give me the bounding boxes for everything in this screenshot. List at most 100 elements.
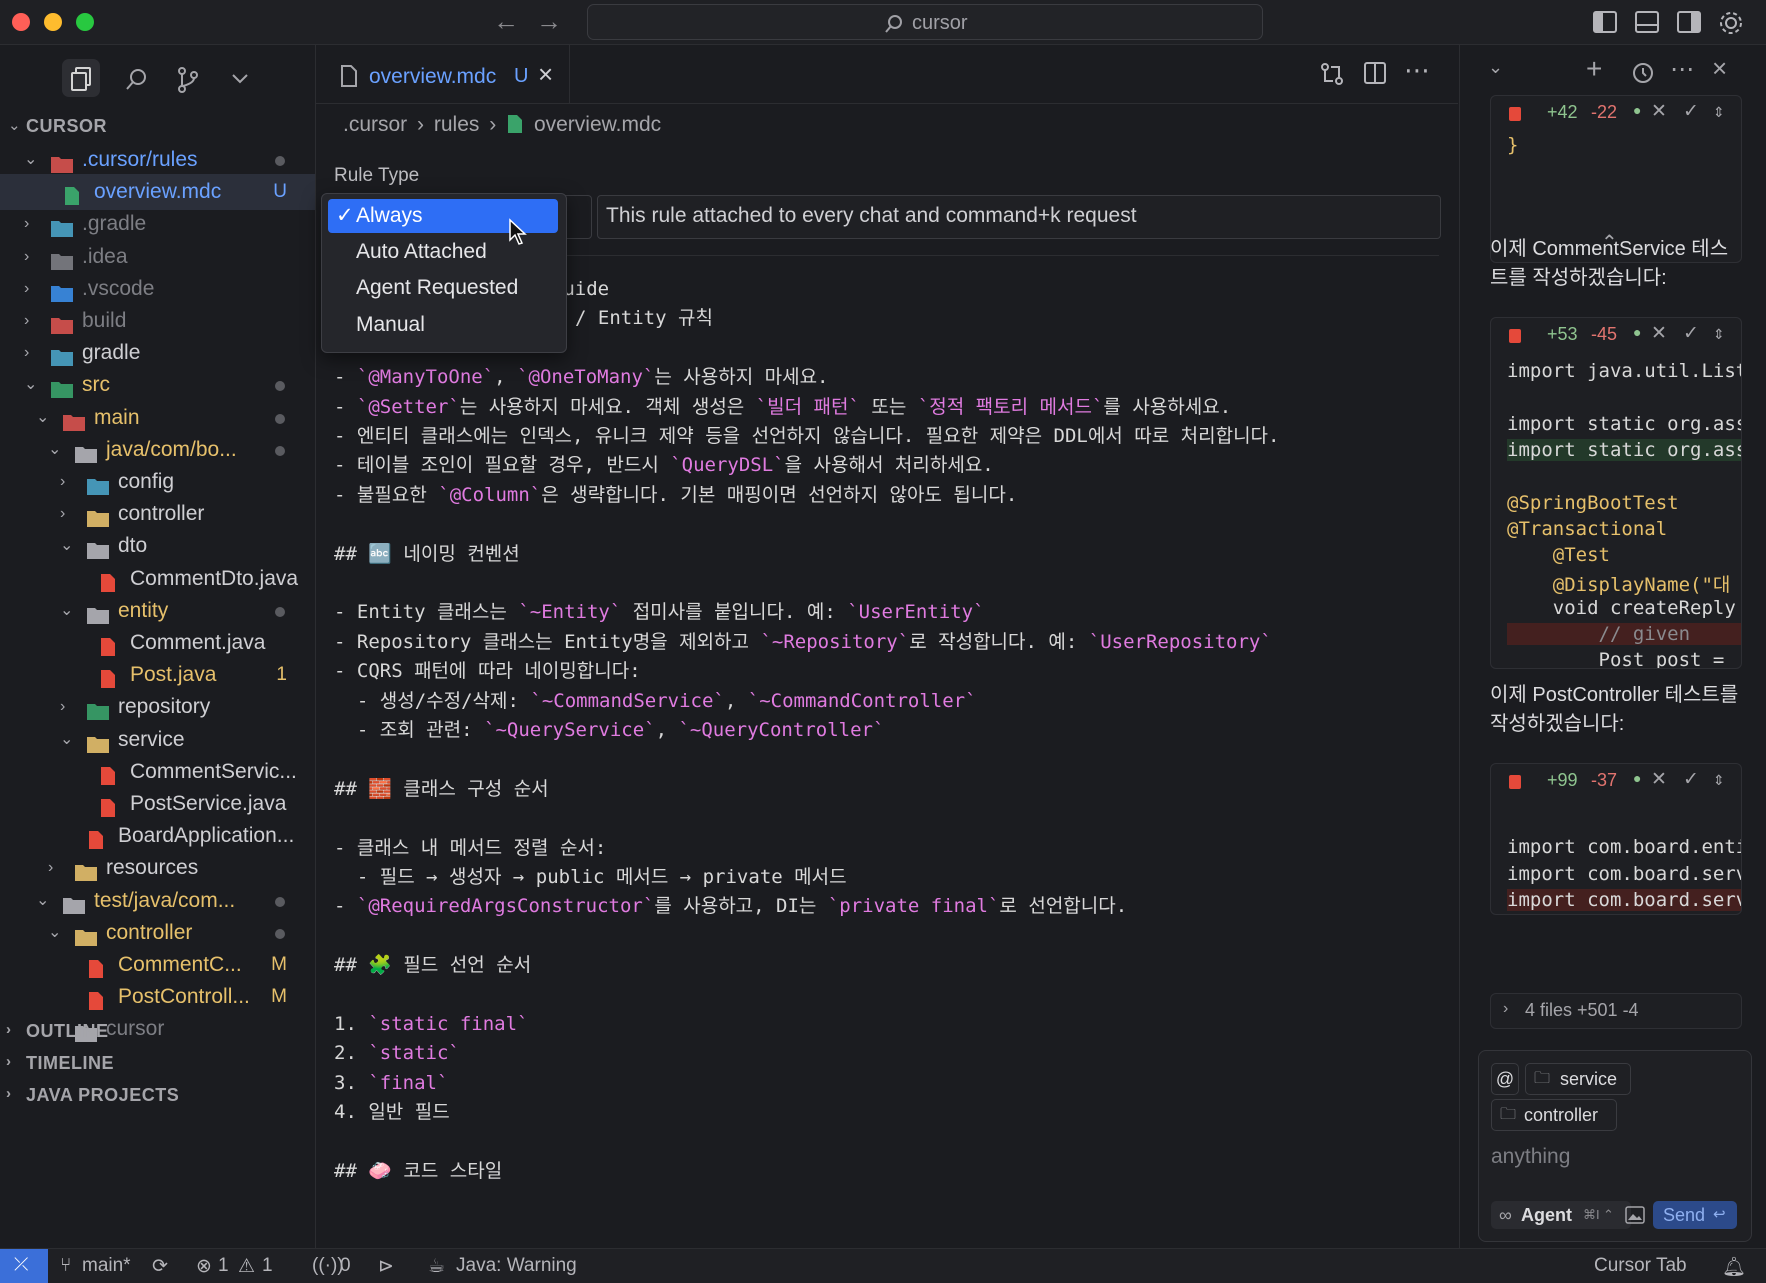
java-status[interactable]: Java: Warning: [456, 1255, 577, 1277]
explorer-tab[interactable]: [62, 59, 100, 97]
tree-item[interactable]: overview.mdc U: [0, 174, 315, 211]
accept-icon[interactable]: ✓: [1683, 768, 1699, 791]
tree-item[interactable]: ⌄ entity: [0, 593, 315, 629]
back-arrow-icon[interactable]: ←: [493, 6, 519, 37]
workspace-title[interactable]: CURSOR: [26, 116, 107, 137]
reject-icon[interactable]: ✕: [1651, 322, 1667, 345]
debug-icon[interactable]: ⊳: [378, 1255, 394, 1278]
chevron-right-icon[interactable]: ›: [60, 689, 65, 725]
chevron-down-icon[interactable]: ⌄: [60, 528, 73, 564]
git-branch[interactable]: main*: [82, 1255, 131, 1277]
chevron-right-icon[interactable]: ›: [24, 335, 29, 371]
chevron-right-icon[interactable]: ›: [60, 496, 65, 532]
rule-type-option[interactable]: Agent Requested: [328, 271, 558, 305]
tree-item[interactable]: ⌄ main: [0, 400, 315, 436]
chevron-right-icon[interactable]: ›: [24, 303, 29, 339]
context-chip-service[interactable]: 🗀 service: [1525, 1063, 1631, 1095]
breadcrumb-rules[interactable]: rules: [434, 113, 480, 136]
close-icon[interactable]: ×: [1712, 53, 1727, 84]
more-views-tab[interactable]: [221, 59, 259, 97]
tree-item[interactable]: › config: [0, 464, 315, 500]
warning-count[interactable]: 1: [262, 1255, 273, 1277]
rule-description-input[interactable]: This rule attached to every chat and com…: [597, 195, 1441, 239]
chevron-right-icon[interactable]: ›: [24, 206, 29, 242]
chat-input[interactable]: anything: [1491, 1145, 1570, 1169]
files-summary-bar[interactable]: › 4 files +501 -4: [1490, 993, 1742, 1029]
tree-item[interactable]: › controller: [0, 496, 315, 532]
chevron-down-icon[interactable]: ⌄: [1488, 57, 1503, 78]
command-center-search[interactable]: cursor: [587, 4, 1263, 40]
tree-item[interactable]: › .gradle: [0, 206, 315, 242]
tree-item[interactable]: › .idea: [0, 239, 315, 275]
chevron-down-icon[interactable]: ⌄: [24, 142, 37, 178]
tree-item[interactable]: CommentDto.java: [0, 561, 315, 597]
expand-icon[interactable]: ⇕: [1713, 772, 1725, 789]
chevron-down-icon[interactable]: ⌄: [36, 400, 49, 436]
tree-item[interactable]: CommentServic...: [0, 754, 315, 790]
toggle-secondary-sidebar-icon[interactable]: [1676, 10, 1702, 34]
more-actions-icon[interactable]: ⋯: [1404, 55, 1430, 86]
chevron-right-icon[interactable]: ›: [60, 464, 65, 500]
tree-item[interactable]: ⌄ java/com/bo...: [0, 432, 315, 468]
expand-icon[interactable]: ⇕: [1713, 104, 1725, 121]
more-actions-icon[interactable]: ⋯: [1670, 55, 1694, 84]
reject-icon[interactable]: ✕: [1651, 100, 1667, 123]
chevron-down-icon[interactable]: ⌄: [8, 116, 21, 134]
tree-item[interactable]: › resources: [0, 850, 315, 886]
context-chip-controller[interactable]: 🗀 controller: [1491, 1099, 1617, 1131]
chevron-down-icon[interactable]: ⌄: [60, 593, 73, 629]
ports-count[interactable]: 0: [340, 1255, 351, 1277]
chevron-down-icon[interactable]: ⌄: [24, 367, 37, 403]
add-context-button[interactable]: @: [1491, 1063, 1519, 1095]
new-chat-icon[interactable]: +: [1586, 53, 1602, 85]
chevron-right-icon[interactable]: ›: [48, 850, 53, 886]
tab-overview-mdc[interactable]: overview.mdc U ×: [316, 45, 570, 103]
image-icon[interactable]: [1625, 1206, 1645, 1224]
tree-item[interactable]: PostControll... M: [0, 979, 315, 1015]
tree-item[interactable]: ⌄ controller: [0, 915, 315, 951]
breadcrumb-cursor[interactable]: .cursor: [343, 113, 407, 136]
tree-item[interactable]: › build: [0, 303, 315, 339]
source-control-tab[interactable]: [168, 59, 206, 97]
tree-item[interactable]: › .vscode: [0, 271, 315, 307]
split-editor-icon[interactable]: [1363, 61, 1387, 85]
chevron-right-icon[interactable]: ›: [24, 239, 29, 275]
tree-item[interactable]: ⌄ .cursor/rules: [0, 142, 315, 178]
outline-section[interactable]: › OUTLINE: [6, 1021, 109, 1042]
toggle-panel-icon[interactable]: [1634, 10, 1660, 34]
tree-item[interactable]: CommentC... M: [0, 947, 315, 983]
chevron-down-icon[interactable]: ⌄: [48, 432, 61, 468]
minimize-window-button[interactable]: [44, 13, 62, 31]
maximize-window-button[interactable]: [76, 13, 94, 31]
chevron-down-icon[interactable]: ⌄: [36, 883, 49, 919]
bell-icon[interactable]: 🔔︎: [1722, 1255, 1746, 1279]
java-projects-section[interactable]: › JAVA PROJECTS: [6, 1085, 179, 1106]
accept-icon[interactable]: ✓: [1683, 100, 1699, 123]
tree-item[interactable]: BoardApplication...: [0, 818, 315, 854]
agent-mode-selector[interactable]: ∞ Agent ⌘I ⌃: [1491, 1201, 1631, 1229]
toggle-primary-sidebar-icon[interactable]: [1592, 10, 1618, 34]
tree-item[interactable]: › repository: [0, 689, 315, 725]
close-window-button[interactable]: [12, 13, 30, 31]
tree-item[interactable]: ⌄ service: [0, 722, 315, 758]
tree-item[interactable]: ⌄ dto: [0, 528, 315, 564]
forward-arrow-icon[interactable]: →: [536, 6, 562, 37]
chevron-right-icon[interactable]: ›: [24, 271, 29, 307]
timeline-section[interactable]: › TIMELINE: [6, 1053, 114, 1074]
tree-item[interactable]: ⌄ src: [0, 367, 315, 403]
tree-item[interactable]: › gradle: [0, 335, 315, 371]
gear-icon[interactable]: [1718, 10, 1744, 36]
remote-button[interactable]: ⤫: [0, 1249, 48, 1283]
breadcrumb-file[interactable]: overview.mdc: [534, 113, 661, 136]
chevron-down-icon[interactable]: ⌄: [48, 915, 61, 951]
compare-changes-icon[interactable]: [1319, 61, 1345, 87]
cursor-tab-status[interactable]: Cursor Tab: [1594, 1255, 1687, 1277]
accept-icon[interactable]: ✓: [1683, 322, 1699, 345]
history-icon[interactable]: [1630, 61, 1654, 85]
tree-item[interactable]: PostService.java: [0, 786, 315, 822]
tree-item[interactable]: Post.java 1: [0, 657, 315, 693]
close-icon[interactable]: ×: [538, 59, 553, 90]
rule-type-option[interactable]: Manual: [328, 308, 558, 342]
send-button[interactable]: Send ↩: [1653, 1201, 1737, 1229]
chevron-down-icon[interactable]: ⌄: [60, 722, 73, 758]
